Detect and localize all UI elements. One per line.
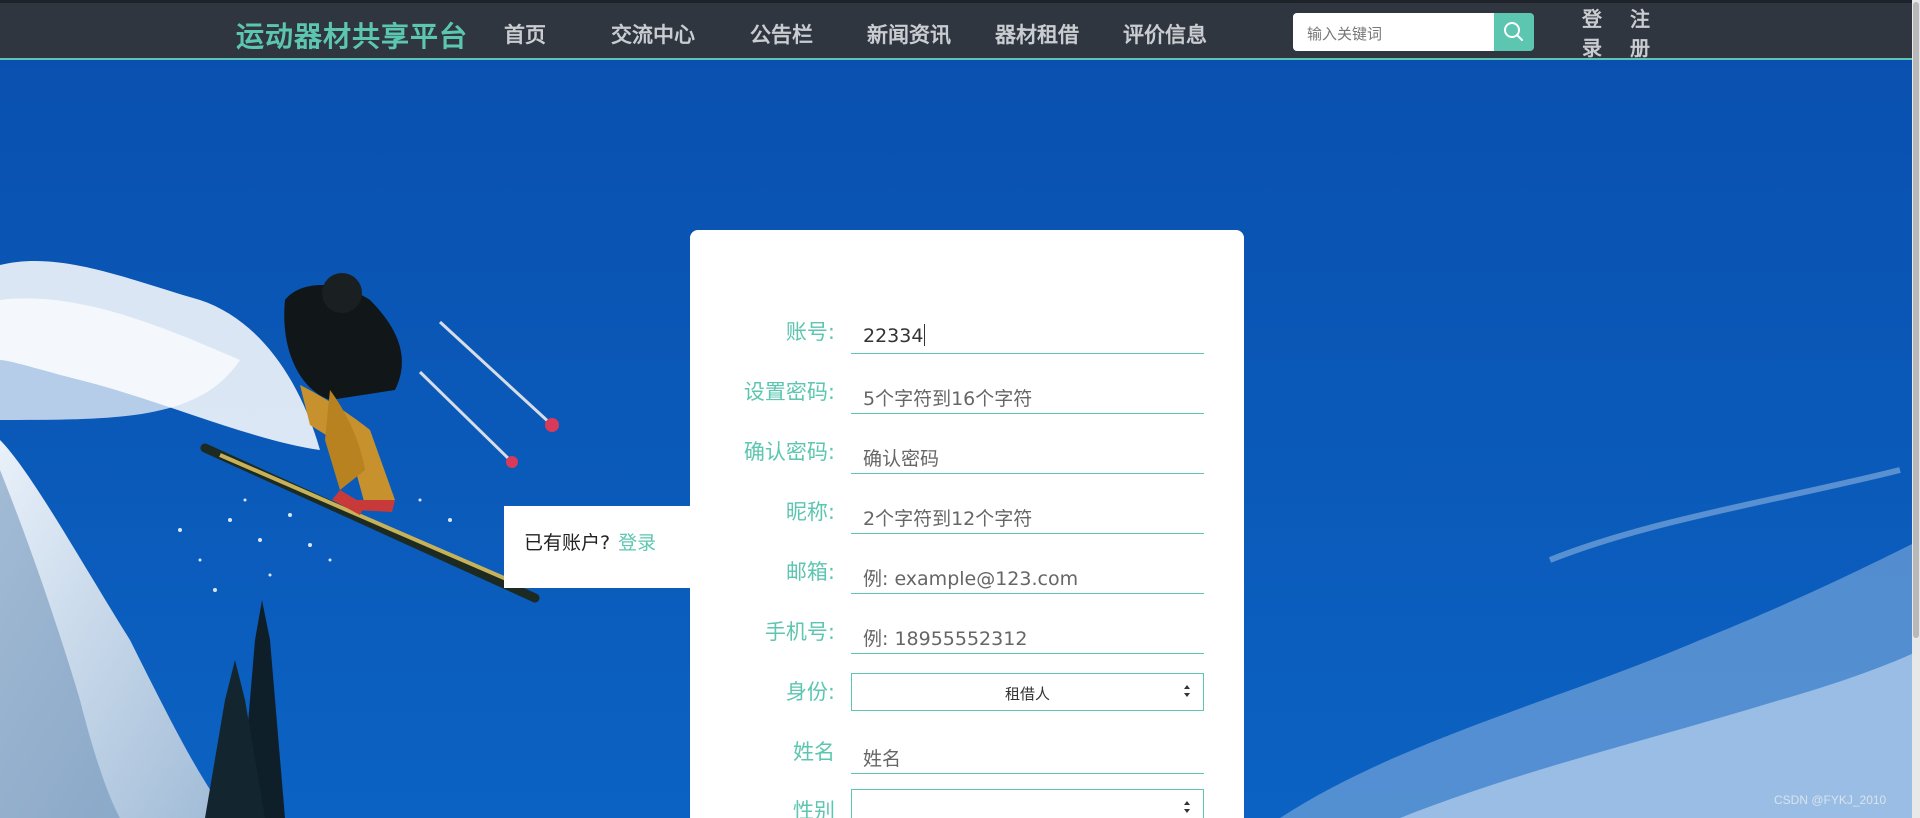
password-label: 设置密码: xyxy=(743,380,835,404)
account-label: 账号: xyxy=(785,320,835,344)
search-icon xyxy=(1504,22,1523,41)
select-arrows-icon xyxy=(1184,685,1190,697)
confirm-password-input[interactable]: 确认密码 xyxy=(851,438,1204,474)
login-tip-link[interactable]: 登录 xyxy=(618,532,656,554)
search-input[interactable]: 输入关键词 xyxy=(1293,13,1495,51)
phone-label: 手机号: xyxy=(764,620,835,644)
register-form-card: 账号: 22334 设置密码: 5个字符到16个字符 确认密码: 确认密码 昵称… xyxy=(690,230,1244,818)
select-arrows-icon xyxy=(1184,801,1190,813)
nav-item-forum[interactable]: 交流中心 xyxy=(611,19,695,49)
login-tip-box: 已有账户? 登录 xyxy=(504,506,690,588)
password-input[interactable]: 5个字符到16个字符 xyxy=(851,378,1204,414)
login-tip-text: 已有账户? xyxy=(524,532,611,554)
identity-select[interactable]: 租借人 xyxy=(851,673,1204,711)
brand-logo[interactable]: 运动器材共享平台 xyxy=(236,15,468,55)
nav-item-home[interactable]: 首页 xyxy=(504,19,546,49)
top-navbar: 运动器材共享平台 首页 交流中心 公告栏 新闻资讯 器材租借 评价信息 输入关键… xyxy=(0,0,1920,60)
scrollbar-thumb[interactable] xyxy=(1913,2,1919,638)
nav-item-news[interactable]: 新闻资讯 xyxy=(867,19,951,49)
search-button[interactable] xyxy=(1494,13,1534,51)
name-input[interactable]: 姓名 xyxy=(851,738,1204,774)
name-label: 姓名 xyxy=(793,740,835,764)
nickname-input[interactable]: 2个字符到12个字符 xyxy=(851,498,1204,534)
nav-item-reviews[interactable]: 评价信息 xyxy=(1123,19,1207,49)
account-input[interactable]: 22334 xyxy=(851,318,1204,354)
email-input[interactable]: 例: example@123.com xyxy=(851,558,1204,594)
text-cursor xyxy=(924,324,926,346)
email-label: 邮箱: xyxy=(785,560,835,584)
nav-item-rental[interactable]: 器材租借 xyxy=(995,19,1079,49)
register-link[interactable]: 注 册 xyxy=(1629,5,1651,63)
nav-item-notice[interactable]: 公告栏 xyxy=(750,19,813,49)
watermark-text: CSDN @FYKJ_2010 xyxy=(1774,793,1887,807)
phone-input[interactable]: 例: 18955552312 xyxy=(851,618,1204,654)
identity-label: 身份: xyxy=(785,680,835,704)
nickname-label: 昵称: xyxy=(785,500,835,524)
login-link[interactable]: 登 录 xyxy=(1581,5,1603,63)
gender-label: 性别 xyxy=(793,799,835,818)
confirm-password-label: 确认密码: xyxy=(743,440,835,464)
gender-select[interactable] xyxy=(851,789,1204,818)
